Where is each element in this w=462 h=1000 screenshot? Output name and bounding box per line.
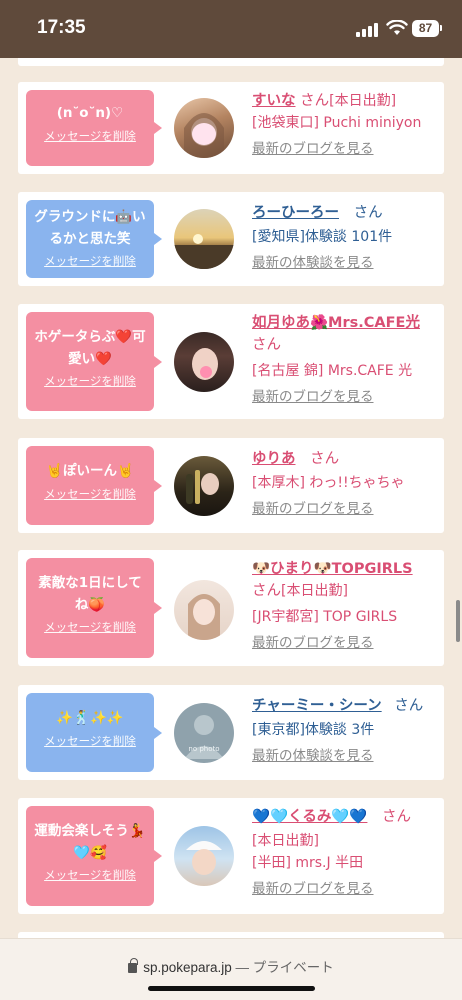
wifi-icon (386, 20, 408, 35)
message-text: (n˘o˘n)♡ (56, 105, 124, 121)
private-label: — プライベート (235, 960, 334, 975)
message-card: グラウンドに🤖いるかと思た笑 メッセージを削除 ろーひーろー さん [愛知県]体… (18, 192, 444, 286)
profile-info: すいな さん[本日出勤] [池袋東口] Puchi miniyon 最新のブログ… (252, 90, 440, 160)
battery-tip (440, 25, 442, 31)
shop-info: [池袋東口] Puchi miniyon (252, 115, 422, 131)
profile-info: 如月ゆあ🌺Mrs.CAFE光 さん [名古屋 錦] Mrs.CAFE 光 最新の… (252, 312, 440, 408)
delete-message-link[interactable]: メッセージを削除 (44, 619, 136, 635)
message-card: ホゲータらぶ❤️可愛い❤️ メッセージを削除 如月ゆあ🌺Mrs.CAFE光 さん… (18, 304, 444, 419)
profile-name-link[interactable]: チャーミー・シーン (252, 698, 382, 714)
status-bar: 17:35 87 (0, 0, 462, 58)
message-card: 🤘ぽいーん🤘 メッセージを削除 ゆりあ さん [本厚木] わっ!!ちゃちゃ 最新… (18, 438, 444, 533)
honorific: さん (252, 583, 281, 599)
message-bubble: ✨🕺✨✨ メッセージを削除 (26, 693, 162, 772)
latest-review-link[interactable]: 最新の体験談を見る (252, 252, 440, 274)
latest-blog-link[interactable]: 最新のブログを見る (252, 632, 440, 654)
message-text: 運動会楽しそう💃🩵🥰 (34, 823, 146, 861)
url-domain: sp.pokepara.jp (143, 960, 232, 975)
avatar[interactable] (174, 98, 234, 158)
work-status: [本日出勤] (281, 583, 348, 599)
avatar[interactable] (174, 580, 234, 640)
message-card: 運動会楽しそう💃🩵🥰 メッセージを削除 💙🩵くるみ🩵💙 さん [本日出勤] [半… (18, 798, 444, 914)
message-bubble: 素敵な1日にしてね🍑 メッセージを削除 (26, 558, 162, 658)
no-photo-label: no photo (188, 745, 219, 753)
delete-message-link[interactable]: メッセージを削除 (44, 486, 136, 502)
profile-info: ろーひーろー さん [愛知県]体験談 101件 最新の体験談を見る (252, 202, 440, 274)
avatar[interactable] (174, 332, 234, 392)
latest-blog-link[interactable]: 最新のブログを見る (252, 138, 440, 160)
work-status: [本日出勤] (329, 93, 397, 109)
avatar[interactable] (174, 209, 234, 269)
message-bubble: (n˘o˘n)♡ メッセージを削除 (26, 90, 162, 166)
message-bubble: 🤘ぽいーん🤘 メッセージを削除 (26, 446, 162, 525)
profile-info: チャーミー・シーン さん [東京都]体験談 3件 最新の体験談を見る (252, 695, 440, 767)
profile-info: 🐶ひまり🐶TOPGIRLS さん[本日出勤] [JR宇都宮] TOP GIRLS… (252, 558, 440, 654)
latest-review-link[interactable]: 最新の体験談を見る (252, 745, 440, 767)
honorific: さん (300, 93, 330, 109)
url-text: sp.pokepara.jp — プライベート (0, 956, 462, 976)
profile-info: ゆりあ さん [本厚木] わっ!!ちゃちゃ 最新のブログを見る (252, 448, 440, 520)
avatar[interactable] (174, 826, 234, 886)
latest-blog-link[interactable]: 最新のブログを見る (252, 878, 440, 900)
message-card: (n˘o˘n)♡ メッセージを削除 すいな さん[本日出勤] [池袋東口] Pu… (18, 82, 444, 174)
message-card: 素敵な1日にしてね🍑 メッセージを削除 🐶ひまり🐶TOPGIRLS さん[本日出… (18, 550, 444, 666)
message-card: ✨🕺✨✨ メッセージを削除 no photo チャーミー・シーン さん [東京都… (18, 685, 444, 780)
shop-info: [名古屋 錦] Mrs.CAFE 光 (252, 363, 413, 379)
work-status: [本日出勤] (252, 833, 319, 849)
profile-name-link[interactable]: 🐶ひまり🐶TOPGIRLS (252, 561, 413, 577)
scrollbar[interactable] (456, 600, 460, 642)
delete-message-link[interactable]: メッセージを削除 (44, 128, 136, 144)
profile-name-link[interactable]: すいな (252, 93, 296, 109)
profile-name-link[interactable]: ゆりあ (252, 451, 296, 467)
honorific: さん (353, 205, 383, 221)
message-text: ホゲータらぶ❤️可愛い❤️ (34, 329, 146, 367)
message-text: 🤘ぽいーん🤘 (46, 463, 134, 479)
review-count: [東京都]体験談 3件 (252, 722, 375, 738)
honorific: さん (394, 698, 424, 714)
latest-blog-link[interactable]: 最新のブログを見る (252, 498, 440, 520)
message-bubble: グラウンドに🤖いるかと思た笑 メッセージを削除 (26, 200, 162, 278)
message-text: グラウンドに🤖いるかと思た笑 (34, 209, 146, 247)
profile-name-link[interactable]: 如月ゆあ🌺Mrs.CAFE光 (252, 315, 420, 331)
delete-message-link[interactable]: メッセージを削除 (44, 373, 136, 389)
delete-message-link[interactable]: メッセージを削除 (44, 253, 136, 269)
card-partial (18, 58, 444, 66)
honorific: さん (310, 451, 340, 467)
honorific: さん (252, 337, 281, 353)
profile-name-link[interactable]: ろーひーろー (252, 205, 339, 221)
shop-info: [JR宇都宮] TOP GIRLS (252, 609, 398, 625)
message-text: ✨🕺✨✨ (56, 710, 124, 726)
lock-icon (128, 958, 138, 973)
avatar[interactable]: no photo (174, 703, 234, 763)
profile-info: 💙🩵くるみ🩵💙 さん [本日出勤] [半田] mrs.J 半田 最新のブログを見… (252, 806, 440, 900)
honorific: さん (382, 809, 412, 825)
shop-info: [半田] mrs.J 半田 (252, 855, 364, 871)
message-bubble: 運動会楽しそう💃🩵🥰 メッセージを削除 (26, 806, 162, 906)
delete-message-link[interactable]: メッセージを削除 (44, 733, 136, 749)
profile-name-link[interactable]: 💙🩵くるみ🩵💙 (252, 809, 367, 825)
signal-icon (356, 23, 380, 37)
delete-message-link[interactable]: メッセージを削除 (44, 867, 136, 883)
message-list: (n˘o˘n)♡ メッセージを削除 すいな さん[本日出勤] [池袋東口] Pu… (0, 58, 462, 938)
message-text: 素敵な1日にしてね🍑 (38, 575, 142, 613)
battery-icon: 87 (412, 20, 439, 37)
latest-blog-link[interactable]: 最新のブログを見る (252, 386, 440, 408)
avatar[interactable] (174, 456, 234, 516)
shop-info: [本厚木] わっ!!ちゃちゃ (252, 475, 405, 491)
home-indicator[interactable] (148, 986, 315, 991)
status-time: 17:35 (37, 17, 86, 38)
message-bubble: ホゲータらぶ❤️可愛い❤️ メッセージを削除 (26, 312, 162, 411)
review-count: [愛知県]体験談 101件 (252, 229, 393, 245)
